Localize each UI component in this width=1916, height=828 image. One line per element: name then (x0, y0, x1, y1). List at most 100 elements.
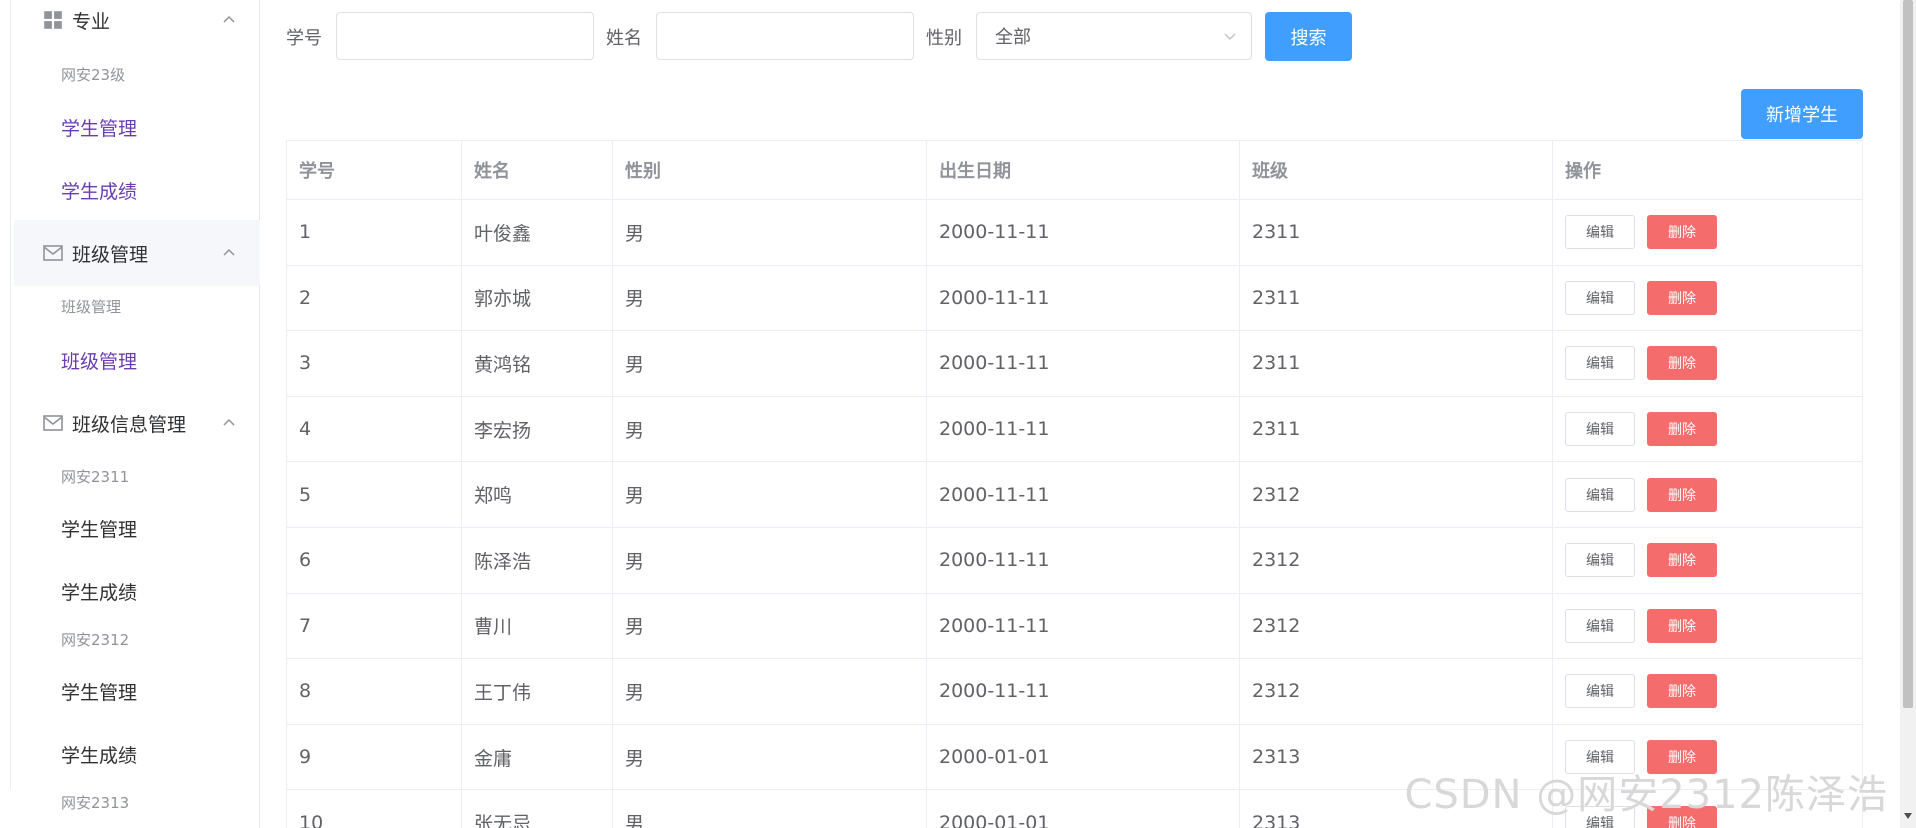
menu-group-class-manage[interactable]: 班级管理 (14, 220, 260, 286)
menu-item-student-score[interactable]: 学生成绩 (61, 741, 137, 768)
scroll-down-arrow-icon[interactable] (1904, 812, 1912, 820)
edit-button[interactable]: 编辑 (1565, 477, 1635, 512)
cell-class: 2311 (1239, 395, 1553, 463)
edit-button[interactable]: 编辑 (1565, 674, 1635, 709)
delete-button[interactable]: 删除 (1647, 477, 1717, 512)
chevron-down-icon (1224, 33, 1236, 41)
table-row: 3 黄鸿铭男 2000-11-11 2311 编辑 删除 (286, 330, 1863, 397)
cell-name: 郑鸣 (461, 461, 613, 528)
cell-name: 曹川 (461, 592, 613, 660)
cell-student-id: 9 (286, 723, 462, 791)
cell-student-id: 6 (286, 526, 462, 594)
mail-icon (43, 245, 63, 261)
menu-caption: 网安2312 (61, 631, 130, 649)
cell-birthdate: 2000-11-11 (926, 264, 1240, 332)
menu-group-title: 班级信息管理 (72, 413, 187, 436)
cell-student-id: 4 (286, 395, 462, 463)
cell-name: 叶俊鑫 (461, 199, 613, 266)
gender-select[interactable]: 全部 (976, 12, 1252, 60)
row-actions: 编辑 删除 (1565, 215, 1850, 250)
edit-button[interactable]: 编辑 (1565, 412, 1635, 447)
cell-birthdate: 2000-01-01 (926, 789, 1240, 828)
menu-item-student-manage[interactable]: 学生管理 (61, 515, 137, 542)
cell-class: 2312 (1239, 658, 1553, 725)
cell-name: 金庸 (461, 723, 613, 791)
search-button[interactable]: 搜索 (1265, 12, 1352, 61)
delete-button[interactable]: 删除 (1647, 346, 1717, 381)
student-id-input[interactable] (336, 12, 594, 60)
menu-item-student-manage[interactable]: 学生管理 (61, 678, 137, 705)
menu-group-class-info[interactable]: 班级信息管理 (14, 390, 260, 456)
gender-label: 性别 (926, 28, 962, 49)
cell-name: 王丁伟 (461, 658, 613, 725)
menu-item-student-score[interactable]: 学生成绩 (61, 578, 137, 605)
cell-actions: 编辑 删除 (1552, 658, 1863, 725)
cell-name: 李宏扬 (461, 395, 613, 463)
row-actions: 编辑 删除 (1565, 412, 1850, 447)
cell-gender: 男 (612, 723, 927, 791)
row-actions: 编辑 删除 (1565, 608, 1850, 643)
add-student-button[interactable]: 新增学生 (1741, 89, 1863, 139)
row-actions: 编辑 删除 (1565, 477, 1850, 512)
menu-caption: 网安2313 (61, 794, 130, 812)
cell-name: 郭亦城 (461, 264, 613, 332)
menu-item-class-manage[interactable]: 班级管理 (61, 347, 137, 374)
cell-class: 2311 (1239, 264, 1553, 332)
cell-gender: 男 (612, 526, 927, 594)
table-row: 8 王丁伟男 2000-11-11 2312 编辑 删除 (286, 658, 1863, 725)
header-actions: 操作 (1552, 140, 1863, 200)
delete-button[interactable]: 删除 (1647, 412, 1717, 447)
edit-button[interactable]: 编辑 (1565, 543, 1635, 578)
cell-student-id: 2 (286, 264, 462, 332)
cell-actions: 编辑 删除 (1552, 526, 1863, 594)
row-actions: 编辑 删除 (1565, 543, 1850, 578)
cell-gender: 男 (612, 658, 927, 725)
header-gender: 性别 (612, 140, 927, 200)
menu-item-student-manage[interactable]: 学生管理 (61, 114, 137, 141)
cell-actions: 编辑 删除 (1552, 199, 1863, 266)
cell-gender: 男 (612, 789, 927, 828)
menu-group-major[interactable]: 专业 (14, 0, 260, 53)
header-birthdate: 出生日期 (926, 140, 1240, 200)
cell-gender: 男 (612, 330, 927, 397)
edit-button[interactable]: 编辑 (1565, 215, 1635, 250)
cell-birthdate: 2000-11-11 (926, 658, 1240, 725)
cell-student-id: 1 (286, 199, 462, 266)
watermark: CSDN @网安2312陈泽浩 (1404, 772, 1888, 818)
cell-birthdate: 2000-01-01 (926, 723, 1240, 791)
table-row: 7 曹川男 2000-11-11 2312 编辑 删除 (286, 592, 1863, 660)
student-id-label: 学号 (286, 28, 322, 49)
header-class: 班级 (1239, 140, 1553, 200)
cell-class: 2311 (1239, 330, 1553, 397)
cell-gender: 男 (612, 264, 927, 332)
edit-button[interactable]: 编辑 (1565, 280, 1635, 315)
cell-birthdate: 2000-11-11 (926, 461, 1240, 528)
chevron-up-icon (223, 248, 235, 256)
cell-class: 2312 (1239, 592, 1553, 660)
cell-class: 2311 (1239, 199, 1553, 266)
student-table: 学号 姓名 性别 出生日期 班级 操作 1 叶俊鑫男 2000-11-11 2311 编… (286, 140, 1863, 828)
table-row: 2 郭亦城男 2000-11-11 2311 编辑 删除 (286, 264, 1863, 332)
cell-student-id: 7 (286, 592, 462, 660)
name-input[interactable] (656, 12, 914, 60)
table-row: 5 郑鸣男 2000-11-11 2312 编辑 删除 (286, 461, 1863, 528)
edit-button[interactable]: 编辑 (1565, 608, 1635, 643)
scrollbar-thumb[interactable] (1903, 0, 1913, 708)
delete-button[interactable]: 删除 (1647, 608, 1717, 643)
edit-button[interactable]: 编辑 (1565, 346, 1635, 381)
delete-button[interactable]: 删除 (1647, 280, 1717, 315)
menu-group-title: 班级管理 (72, 243, 149, 266)
table-row: 6 陈泽浩男 2000-11-11 2312 编辑 删除 (286, 526, 1863, 594)
row-actions: 编辑 删除 (1565, 346, 1850, 381)
cell-gender: 男 (612, 592, 927, 660)
cell-actions: 编辑 删除 (1552, 395, 1863, 463)
menu-caption: 班级管理 (61, 298, 122, 316)
table-header-row: 学号 姓名 性别 出生日期 班级 操作 (286, 140, 1863, 200)
cell-birthdate: 2000-11-11 (926, 395, 1240, 463)
name-label: 姓名 (606, 28, 642, 49)
delete-button[interactable]: 删除 (1647, 215, 1717, 250)
menu-item-student-score[interactable]: 学生成绩 (61, 177, 137, 204)
delete-button[interactable]: 删除 (1647, 543, 1717, 578)
chevron-up-icon (223, 15, 235, 23)
delete-button[interactable]: 删除 (1647, 674, 1717, 709)
